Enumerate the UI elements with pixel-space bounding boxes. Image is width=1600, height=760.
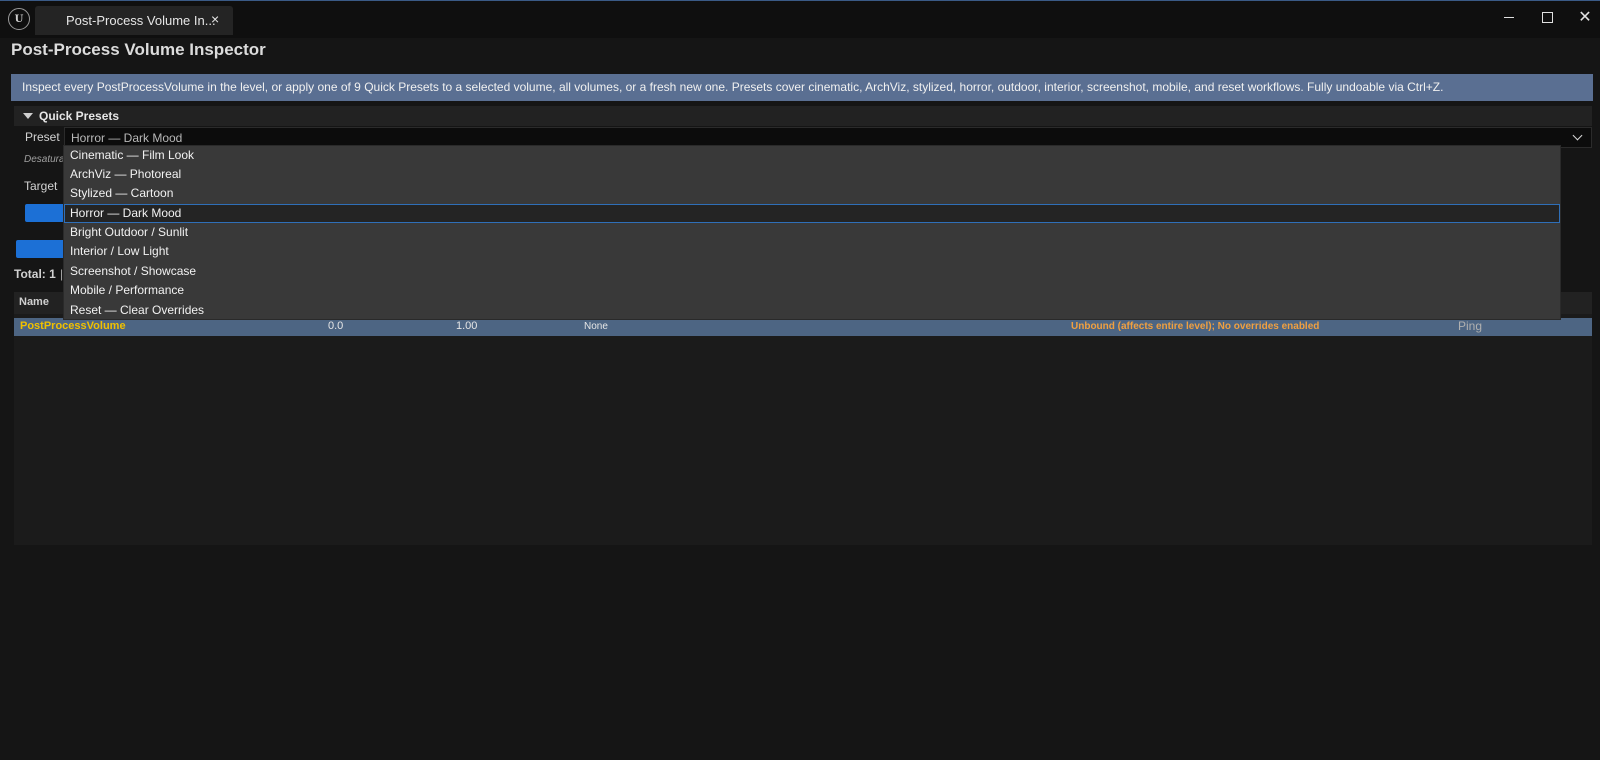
cell-value-c: None [584,321,608,332]
chevron-down-icon [1572,130,1583,141]
ping-button[interactable]: Ping [1458,319,1482,333]
table-row[interactable]: PostProcessVolume 0.0 1.00 None Unbound … [14,318,1592,336]
dropdown-option[interactable]: Bright Outdoor / Sunlit [64,223,1560,242]
dropdown-option[interactable]: Reset — Clear Overrides [64,301,1560,320]
tab-label: Post-Process Volume In... [66,13,216,28]
close-window-icon[interactable]: ✕ [1572,6,1598,28]
page-title: Post-Process Volume Inspector [11,40,266,59]
dropdown-option[interactable]: Interior / Low Light [64,242,1560,261]
preset-dropdown-menu: Cinematic — Film Look ArchViz — Photorea… [63,145,1561,320]
section-title: Quick Presets [39,109,120,123]
unreal-logo-icon: U [8,8,30,30]
window-top-border [0,0,1600,1]
tab-post-process-inspector[interactable]: Post-Process Volume In... × [35,6,233,35]
column-header-name[interactable]: Name [19,296,49,308]
cell-value-b: 1.00 [456,320,478,332]
maximize-icon[interactable] [1534,6,1560,28]
quick-presets-section-header[interactable]: Quick Presets [14,106,1592,126]
dropdown-option-selected[interactable]: Horror — Dark Mood [64,204,1560,223]
cell-value-a: 0.0 [328,320,344,332]
target-label: Target [24,179,58,193]
volume-name: PostProcessVolume [20,320,126,332]
tab-close-icon[interactable]: × [211,11,219,27]
dropdown-option[interactable]: Screenshot / Showcase [64,262,1560,281]
dropdown-option[interactable]: ArchViz — Photoreal [64,165,1560,184]
volumes-table: Name PostProcessVolume 0.0 1.00 None Unb… [14,292,1592,545]
dropdown-option[interactable]: Cinematic — Film Look [64,146,1560,165]
collapse-triangle-icon[interactable] [23,112,33,119]
preset-description: Desatura [24,154,65,165]
title-bar: U Post-Process Volume In... × ✕ [0,0,1600,38]
preset-label: Preset [25,130,60,144]
preset-combo-value: Horror — Dark Mood [71,131,183,145]
dropdown-option[interactable]: Mobile / Performance [64,281,1560,300]
minimize-icon[interactable] [1496,6,1522,28]
total-count: Total: 1 [14,267,56,281]
dropdown-option[interactable]: Stylized — Cartoon [64,184,1560,203]
info-banner: Inspect every PostProcessVolume in the l… [11,74,1593,101]
volume-status: Unbound (affects entire level); No overr… [1071,321,1320,332]
